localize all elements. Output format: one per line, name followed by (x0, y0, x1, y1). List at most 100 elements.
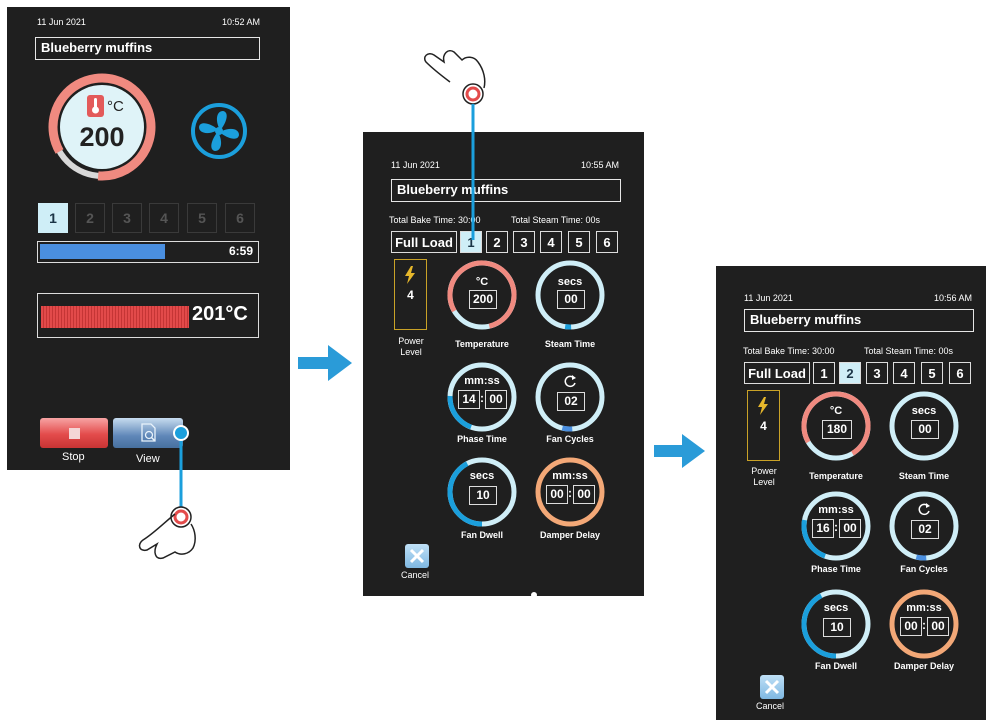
phase-tab-4[interactable]: 4 (893, 362, 915, 384)
phase-time-seconds[interactable]: 00 (485, 390, 507, 409)
stop-label: Stop (62, 451, 85, 463)
damper-delay-minutes[interactable]: 00 (546, 485, 568, 504)
phase-tab-2[interactable]: 2 (75, 203, 105, 233)
phase-tab-6[interactable]: 6 (949, 362, 971, 384)
total-bake-time: Total Bake Time: 30:00 (743, 346, 835, 356)
flow-arrow-2 (654, 434, 705, 468)
fan-cycles-value[interactable]: 02 (557, 392, 585, 411)
phase-tab-5[interactable]: 5 (187, 203, 217, 233)
steam-time-dial[interactable]: secs 00 (888, 390, 960, 462)
damper-delay-label: Damper Delay (893, 661, 955, 671)
phase-time-unit: mm:ss (818, 504, 854, 516)
steam-time-value[interactable]: 00 (557, 290, 585, 309)
phase-tab-6[interactable]: 6 (596, 231, 618, 253)
fan-dwell-dial[interactable]: secs 10 (446, 456, 518, 528)
temperature-dial[interactable]: °C 200 (446, 259, 518, 331)
touch-indicator-view (138, 425, 196, 560)
phase-time-label: Phase Time (811, 564, 861, 574)
damper-delay-seconds[interactable]: 00 (927, 617, 949, 636)
full-load-button[interactable]: Full Load (744, 362, 810, 384)
phase-settings-screen-phase-2: 11 Jun 2021 10:56 AM Blueberry muffins T… (716, 266, 986, 720)
fan-dwell-value[interactable]: 10 (469, 486, 497, 505)
lightning-icon (758, 397, 768, 415)
time-label: 10:55 AM (580, 160, 619, 170)
phase-tab-3[interactable]: 3 (112, 203, 142, 233)
stop-button[interactable] (40, 418, 108, 448)
steam-time-label: Steam Time (544, 339, 596, 349)
cancel-button[interactable] (760, 675, 784, 699)
damper-delay-minutes[interactable]: 00 (900, 617, 922, 636)
oven-reading: 201°C (192, 303, 248, 325)
temperature-value: 200 (79, 122, 125, 152)
phase-tab-6[interactable]: 6 (225, 203, 255, 233)
cancel-label: Cancel (756, 701, 785, 711)
steam-time-dial[interactable]: secs 00 (534, 259, 606, 331)
colon-separator: : (834, 520, 838, 534)
time-label: 10:52 AM (221, 17, 260, 27)
power-level-value: 4 (760, 419, 767, 433)
colon-separator: : (568, 486, 572, 500)
temperature-value[interactable]: 200 (469, 290, 497, 309)
phase-tab-1[interactable]: 1 (38, 203, 68, 233)
steam-time-label: Steam Time (898, 471, 950, 481)
power-level-value: 4 (407, 288, 414, 302)
fan-cycles-label: Fan Cycles (900, 564, 948, 574)
close-icon (409, 548, 425, 564)
phase-time-dial[interactable]: mm:ss 16 : 00 (800, 490, 872, 562)
steam-time-unit: secs (557, 276, 583, 288)
colon-separator: : (480, 391, 484, 405)
phase-time-label: Phase Time (457, 434, 507, 444)
phase-progress-bar: 6:59 (37, 241, 259, 263)
phase-time-unit: mm:ss (464, 375, 500, 387)
fan-dwell-unit: secs (823, 602, 849, 614)
phase-tab-1[interactable]: 1 (813, 362, 835, 384)
phase-tab-3[interactable]: 3 (513, 231, 535, 253)
steam-time-value[interactable]: 00 (911, 420, 939, 439)
power-level-button[interactable]: 4 (394, 259, 427, 330)
home-indicator (531, 592, 537, 598)
temperature-unit: °C (829, 405, 843, 417)
damper-delay-dial[interactable]: mm:ss 00 : 00 (888, 588, 960, 660)
damper-delay-unit: mm:ss (552, 470, 588, 482)
phase-time-minutes[interactable]: 16 (812, 519, 834, 538)
oven-screen-running: 11 Jun 2021 10:52 AM Blueberry muffins °… (7, 7, 290, 470)
fan-dwell-label: Fan Dwell (814, 661, 857, 671)
power-label-line2: Level (753, 477, 775, 487)
power-label: Power Level (746, 466, 782, 488)
temperature-label: Temperature (455, 339, 509, 349)
fan-cycles-dial[interactable]: 02 (888, 490, 960, 562)
lightning-icon (405, 266, 415, 284)
fan-dwell-dial[interactable]: secs 10 (800, 588, 872, 660)
fan-icon[interactable] (190, 102, 248, 160)
flow-arrow-1 (298, 345, 352, 381)
temperature-gauge[interactable]: °C 200 (47, 72, 157, 182)
damper-delay-unit: mm:ss (906, 602, 942, 614)
recipe-title: Blueberry muffins (744, 309, 974, 332)
steam-time-unit: secs (911, 405, 937, 417)
cancel-button[interactable] (405, 544, 429, 568)
thermometer-icon (87, 95, 104, 117)
damper-delay-dial[interactable]: mm:ss 00 : 00 (534, 456, 606, 528)
fan-dwell-label: Fan Dwell (460, 530, 503, 540)
fan-cycles-value[interactable]: 02 (911, 520, 939, 539)
phase-tab-4[interactable]: 4 (540, 231, 562, 253)
temperature-dial[interactable]: °C 180 (800, 390, 872, 462)
phase-tab-5[interactable]: 5 (921, 362, 943, 384)
phase-tab-5[interactable]: 5 (568, 231, 590, 253)
fan-dwell-value[interactable]: 10 (823, 618, 851, 637)
colon-separator: : (922, 618, 926, 632)
date-label: 11 Jun 2021 (744, 293, 793, 303)
phase-tab-3[interactable]: 3 (866, 362, 888, 384)
phase-time-seconds[interactable]: 00 (839, 519, 861, 538)
phase-tab-4[interactable]: 4 (149, 203, 179, 233)
phase-time-dial[interactable]: mm:ss 14 : 00 (446, 361, 518, 433)
progress-time: 6:59 (228, 244, 253, 258)
damper-delay-seconds[interactable]: 00 (573, 485, 595, 504)
temperature-value[interactable]: 180 (822, 420, 852, 439)
power-level-button[interactable]: 4 (747, 390, 780, 461)
phase-time-minutes[interactable]: 14 (458, 390, 480, 409)
power-label-line1: Power (398, 336, 424, 346)
phase-tab-2[interactable]: 2 (839, 362, 861, 384)
fan-cycles-dial[interactable]: 02 (534, 361, 606, 433)
total-steam-time: Total Steam Time: 00s (864, 346, 954, 356)
